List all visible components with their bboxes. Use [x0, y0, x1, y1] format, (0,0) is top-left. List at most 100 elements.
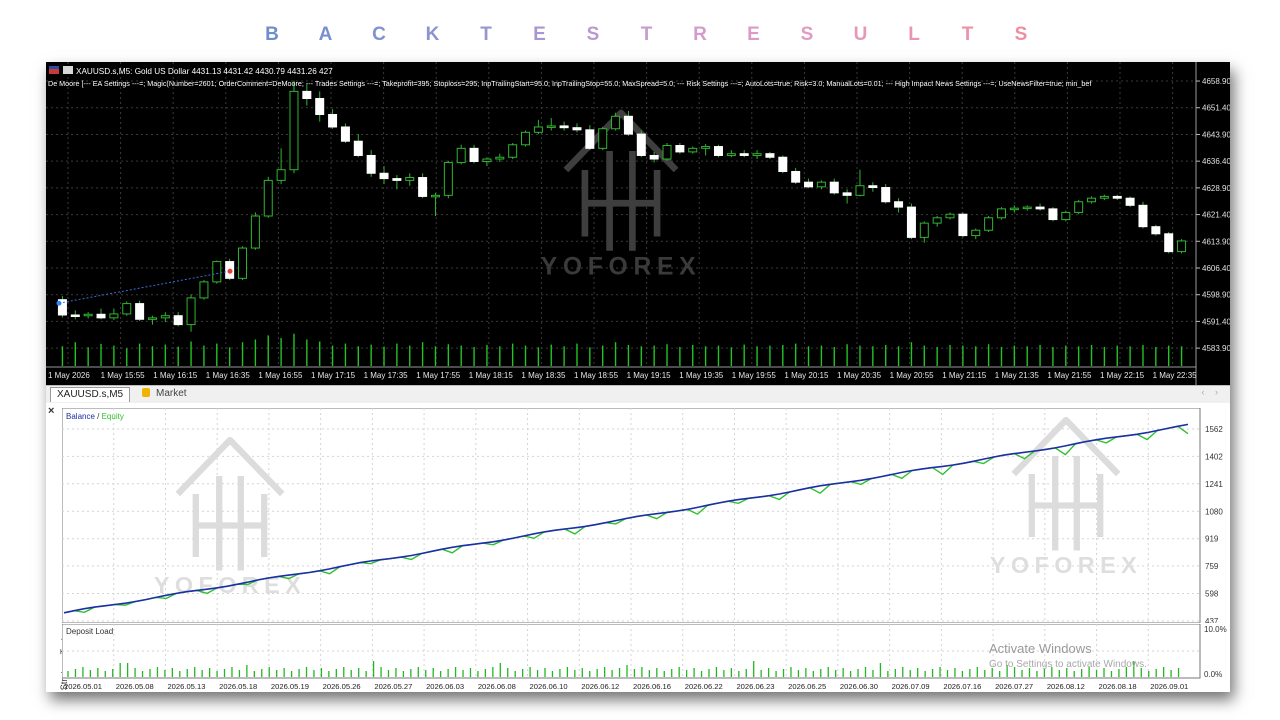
candle-body [688, 147, 698, 153]
balance-axis-label: 598 [1205, 590, 1219, 599]
time-label: 1 May 2026 [48, 371, 90, 380]
time-label: 1 May 21:15 [942, 371, 987, 380]
date-label: 2026.07.27 [995, 682, 1033, 691]
candle-body [238, 247, 248, 279]
time-label: 1 May 16:15 [153, 371, 198, 380]
candle-body [212, 261, 222, 283]
price-label: 4606.40 [1202, 264, 1230, 273]
candle-body [1112, 195, 1122, 199]
strategy-tester-panel: × Strategy Tester 1562140212411080919759… [46, 403, 1230, 692]
candle-body [906, 206, 916, 238]
candle-body [392, 178, 402, 181]
candle-body [276, 169, 286, 181]
title-letter: K [426, 24, 440, 45]
candle-body [1099, 195, 1109, 199]
date-label: 2026.05.18 [219, 682, 257, 691]
candle-body [495, 156, 505, 160]
title-letter: R [693, 24, 707, 45]
price-label: 4636.40 [1202, 157, 1230, 166]
title-letter: B [265, 24, 279, 45]
tab-scroll-arrows[interactable]: ‹ › [1202, 387, 1223, 397]
candle-body [958, 213, 968, 237]
candle-body [469, 147, 479, 163]
candle-body [418, 177, 428, 197]
price-label: 4583.90 [1202, 344, 1230, 353]
candle-body [752, 153, 762, 156]
price-label: 4621.40 [1202, 211, 1230, 220]
title-letter: S [587, 24, 600, 45]
date-label: 2026.06.16 [633, 682, 671, 691]
candle-body [147, 317, 157, 320]
title-letter: T [962, 24, 974, 45]
price-label: 4598.90 [1202, 291, 1230, 300]
candle-body [1074, 201, 1084, 213]
deposit-title: Deposit Load [66, 627, 113, 636]
candle-body [713, 146, 723, 156]
candle-body [868, 185, 878, 189]
date-label: 2026.06.08 [478, 682, 516, 691]
candle-body [1087, 197, 1097, 203]
time-label: 1 May 18:55 [574, 371, 619, 380]
candle-body [1164, 233, 1174, 253]
candle-body [353, 140, 363, 156]
time-label: 1 May 15:55 [101, 371, 146, 380]
title-letter: T [641, 24, 653, 45]
price-chart[interactable]: 4658.90 4651.40 4643.90 4636.40 4628.90 4621.… [46, 62, 1230, 385]
price-watermark-logo [563, 109, 679, 251]
close-icon[interactable]: × [48, 405, 54, 417]
candle-body [521, 131, 531, 146]
candle-body [598, 128, 608, 149]
title-letter: T [480, 24, 492, 45]
candle-body [199, 281, 209, 299]
candle-body [109, 313, 119, 319]
candle-body [173, 315, 183, 326]
candle-body [726, 153, 736, 156]
deposit-axis-min: 0.0% [1204, 670, 1222, 679]
candle-body [559, 125, 569, 129]
candle-body [971, 229, 981, 237]
deposit-axis-max: 10.0% [1204, 625, 1227, 634]
price-watermark-pillars [581, 151, 661, 251]
date-label: 2026.09.01 [1150, 682, 1188, 691]
candle-body [533, 126, 543, 133]
balance-axis-label: 1562 [1205, 425, 1223, 434]
candle-body [675, 144, 685, 153]
candle-body [122, 303, 132, 315]
time-label: 1 May 18:35 [521, 371, 566, 380]
candle-body [1022, 206, 1032, 210]
candle-body [623, 115, 633, 135]
candle-body [546, 125, 556, 128]
ea-settings-text: De Moore [--- EA Settings ---=; Magic(Nu… [48, 79, 1091, 88]
price-label: 4651.40 [1202, 104, 1230, 113]
candle-body [302, 90, 312, 99]
balance-axis-label: 1080 [1205, 507, 1223, 516]
candle-body [366, 154, 376, 174]
date-label: 2026.08.18 [1099, 682, 1137, 691]
backtest-results-title: BACKTESTRESULTS [265, 24, 1027, 45]
time-label: 1 May 22:35 [1153, 371, 1198, 380]
price-label: 4628.90 [1202, 184, 1230, 193]
balance-axis-label: 1402 [1205, 452, 1223, 461]
candle-body [289, 90, 299, 171]
flag-icon-stripe [49, 66, 59, 69]
candle-body [791, 170, 801, 183]
tab-xauusd-m5[interactable]: XAUUSD.s,M5 [50, 387, 131, 402]
time-label: 1 May 16:55 [258, 371, 303, 380]
candle-body [1035, 206, 1045, 210]
candle-body [572, 127, 582, 131]
candle-body [932, 217, 942, 224]
deposit-load-graph: Deposit Load 10.0% 0.0% 2026.05.01 2026.05.0… [62, 624, 1227, 691]
date-label: 2026.06.22 [685, 682, 723, 691]
title-letter: S [801, 24, 814, 45]
time-label: 1 May 16:35 [206, 371, 251, 380]
candle-body [855, 185, 865, 196]
candle-body [611, 115, 621, 130]
date-label: 2026.06.10 [530, 682, 568, 691]
date-label: 2026.05.26 [323, 682, 361, 691]
activate-windows-subtitle: Go to Settings to activate Windows. [989, 659, 1147, 670]
tab-market[interactable]: Market [136, 387, 193, 401]
date-label: 2026.06.03 [426, 682, 464, 691]
candle-body [135, 303, 145, 320]
price-watermark-text: YOFOREX [541, 254, 702, 281]
time-label: 1 May 17:55 [416, 371, 461, 380]
